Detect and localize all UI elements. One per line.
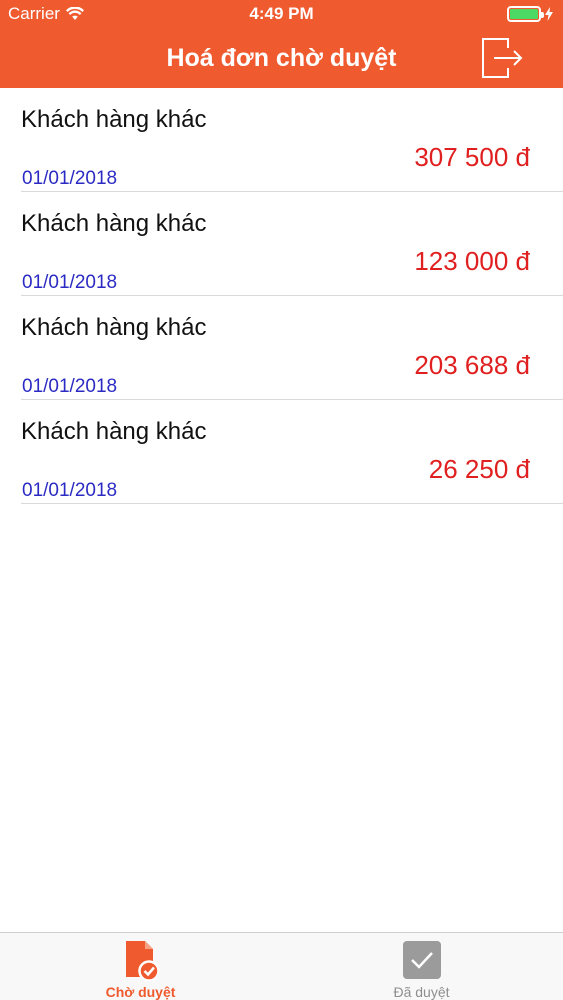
logout-icon — [482, 38, 523, 78]
status-time: 4:49 PM — [249, 4, 314, 23]
invoice-date: 01/01/2018 — [22, 272, 118, 293]
customer-name: Khách hàng khác — [21, 106, 207, 133]
invoice-list: Khách hàng khác 307 500 đ 01/01/2018 Khá… — [0, 88, 563, 504]
invoice-date: 01/01/2018 — [22, 480, 118, 501]
invoice-amount: 123 000 đ — [414, 246, 530, 276]
battery-group — [507, 6, 553, 22]
customer-name: Khách hàng khác — [21, 314, 207, 341]
approved-check-icon — [402, 941, 441, 979]
customer-name: Khách hàng khác — [21, 210, 207, 237]
customer-name: Khách hàng khác — [21, 418, 207, 445]
charging-icon — [545, 7, 553, 21]
invoice-row[interactable]: Khách hàng khác 123 000 đ 01/01/2018 — [0, 192, 563, 296]
tab-bar: Chờ duyệt Đã duyệt — [0, 932, 563, 1000]
status-bar: Carrier 4:49 PM — [0, 0, 563, 28]
invoice-amount: 307 500 đ — [414, 142, 530, 172]
pending-invoice-icon — [125, 941, 160, 981]
invoice-row[interactable]: Khách hàng khác 307 500 đ 01/01/2018 — [0, 88, 563, 192]
navigation-header: Carrier 4:49 PM Hoá đơn chờ duyệt — [0, 0, 563, 88]
invoice-amount: 26 250 đ — [428, 454, 530, 484]
logout-button[interactable] — [478, 34, 526, 82]
invoice-row[interactable]: Khách hàng khác 203 688 đ 01/01/2018 — [0, 296, 563, 400]
row-divider — [21, 503, 563, 504]
invoice-row[interactable]: Khách hàng khác 26 250 đ 01/01/2018 — [0, 400, 563, 504]
tab-pending-label: Chờ duyệt — [105, 984, 176, 1000]
tab-approved-label: Đã duyệt — [393, 984, 450, 1000]
invoice-amount: 203 688 đ — [414, 350, 530, 380]
invoice-date: 01/01/2018 — [22, 376, 118, 397]
battery-icon — [507, 6, 544, 22]
tab-approved[interactable]: Đã duyệt — [281, 933, 562, 1000]
tab-pending[interactable]: Chờ duyệt — [0, 933, 281, 1000]
invoice-date: 01/01/2018 — [22, 168, 118, 189]
